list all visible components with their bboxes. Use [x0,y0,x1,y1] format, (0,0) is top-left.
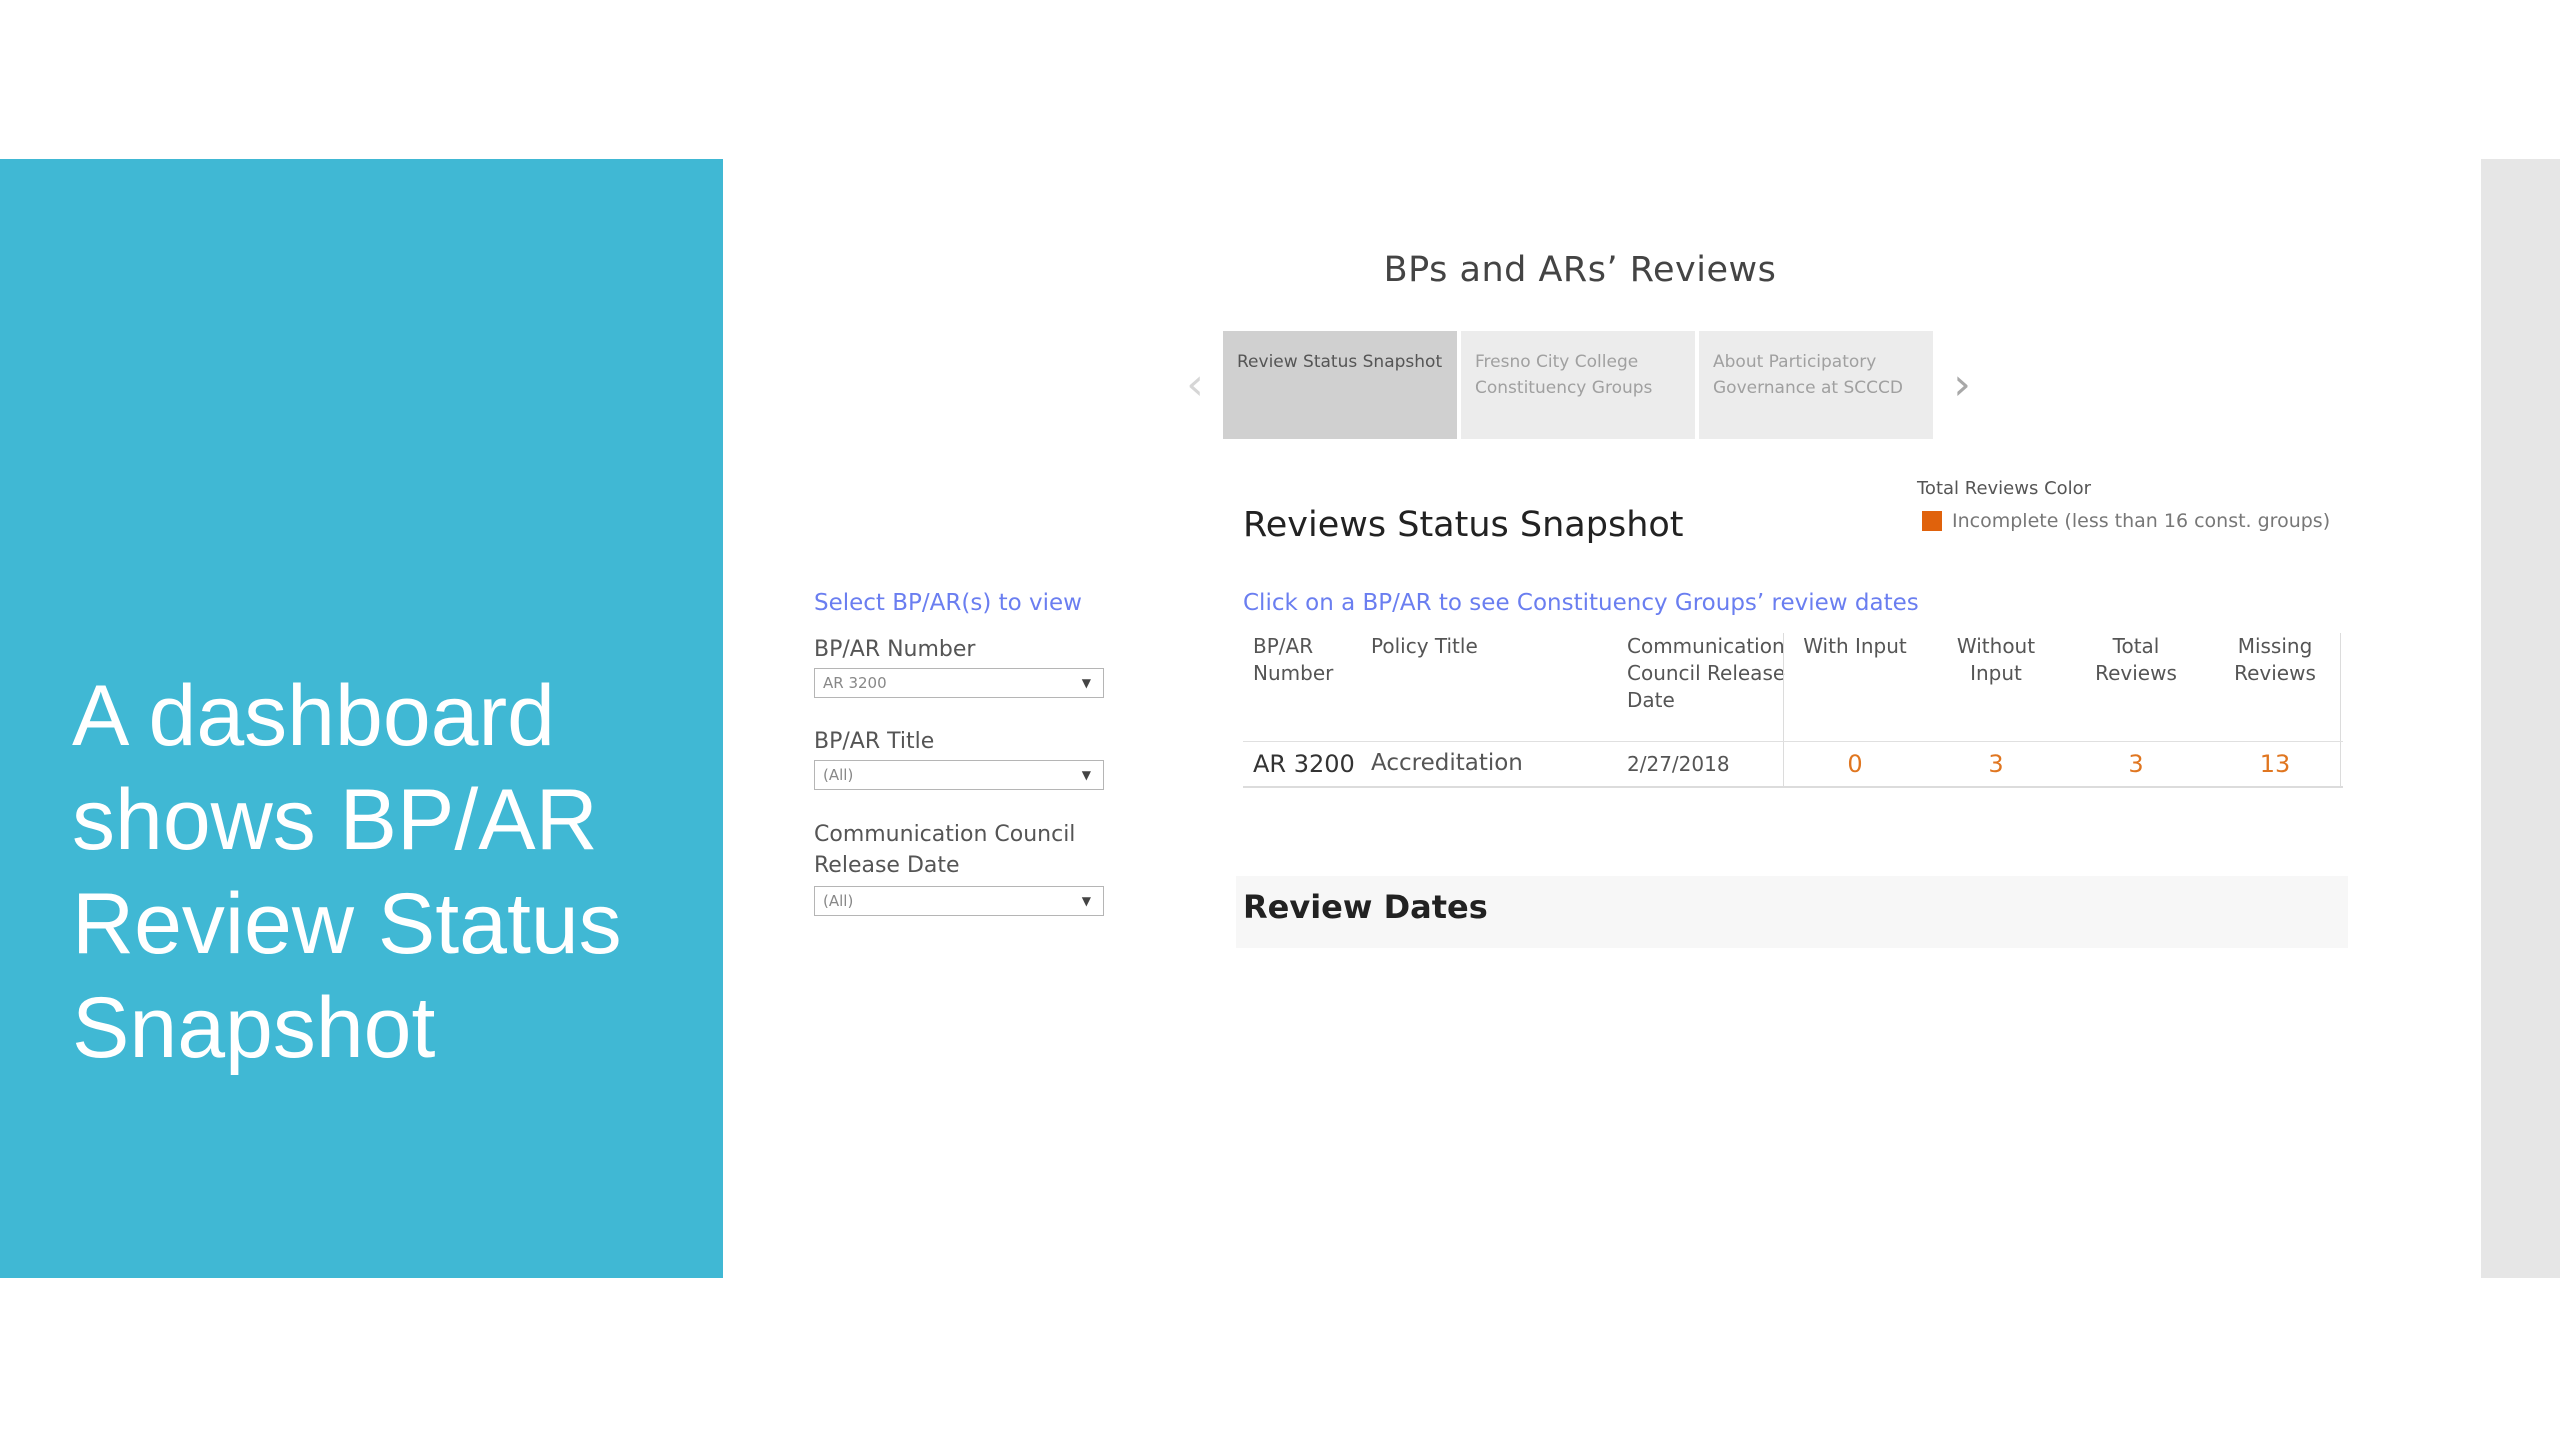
snapshot-table: BP/AR Number Policy Title Communication … [1243,633,2343,788]
dashboard-title: BPs and ARs’ Reviews [1383,250,1777,290]
caret-down-icon: ▼ [1081,768,1091,782]
caret-down-icon: ▼ [1081,894,1091,908]
column-header-with-input: With Input [1803,634,1907,658]
legend-swatch-icon [1922,511,1942,531]
bp-ar-title-dropdown[interactable]: (All) ▼ [814,760,1104,790]
snapshot-title: Reviews Status Snapshot [1243,505,1684,545]
column-header-policy-title: Policy Title [1371,634,1478,658]
bp-ar-number-label: BP/AR Number [814,637,976,662]
release-date-label: Communication Council Release Date [814,822,1076,878]
bp-ar-title-value: (All) [823,766,854,784]
cell-with-input: 0 [1847,750,1863,778]
cell-total-reviews: 3 [2128,750,2144,778]
column-header-number: BP/AR Number [1253,634,1334,685]
table-row[interactable]: AR 3200 Accreditation 2/27/2018 0 3 3 13 [1243,741,2343,788]
cell-number: AR 3200 [1253,750,1355,778]
caret-down-icon: ▼ [1081,676,1091,690]
slide-title-panel: A dashboard shows BP/AR Review Status Sn… [0,159,723,1278]
bp-ar-number-value: AR 3200 [823,674,887,692]
bp-ar-number-dropdown[interactable]: AR 3200 ▼ [814,668,1104,698]
tab-constituency-groups[interactable]: Fresno City College Constituency Groups [1461,331,1695,439]
chevron-left-icon[interactable]: ‹ [1180,360,1210,410]
cell-release-date: 2/27/2018 [1627,752,1730,776]
release-date-dropdown[interactable]: (All) ▼ [814,886,1104,916]
column-header-release-date: Communication Council Release Date [1627,634,1786,712]
legend-item-label: Incomplete (less than 16 const. groups) [1952,510,2331,532]
table-header: BP/AR Number Policy Title Communication … [1243,633,2343,743]
slide-right-strip [2481,159,2560,1278]
column-header-total-reviews: Total Reviews [2095,634,2177,685]
cell-policy-title: Accreditation [1371,750,1523,776]
filters-hint: Select BP/AR(s) to view [814,590,1082,616]
dashboard-tabs: Review Status Snapshot Fresno City Colle… [1223,331,1933,439]
chevron-right-icon[interactable]: › [1947,360,1977,410]
cell-missing-reviews: 13 [2259,750,2291,778]
slide-title: A dashboard shows BP/AR Review Status Sn… [72,668,622,1076]
cell-without-input: 3 [1988,750,2004,778]
release-date-value: (All) [823,892,854,910]
column-header-without-input: Without Input [1956,634,2036,685]
legend-title: Total Reviews Color [1917,478,2092,499]
column-header-missing-reviews: Missing Reviews [2234,634,2316,685]
tab-review-status-snapshot[interactable]: Review Status Snapshot [1223,331,1457,439]
tab-about-participatory-governance[interactable]: About Participatory Governance at SCCCD [1699,331,1933,439]
snapshot-hint: Click on a BP/AR to see Constituency Gro… [1243,590,1919,616]
legend-item[interactable]: Incomplete (less than 16 const. groups) [1922,510,2330,532]
bp-ar-title-label: BP/AR Title [814,729,935,754]
review-dates-title: Review Dates [1243,888,1488,926]
